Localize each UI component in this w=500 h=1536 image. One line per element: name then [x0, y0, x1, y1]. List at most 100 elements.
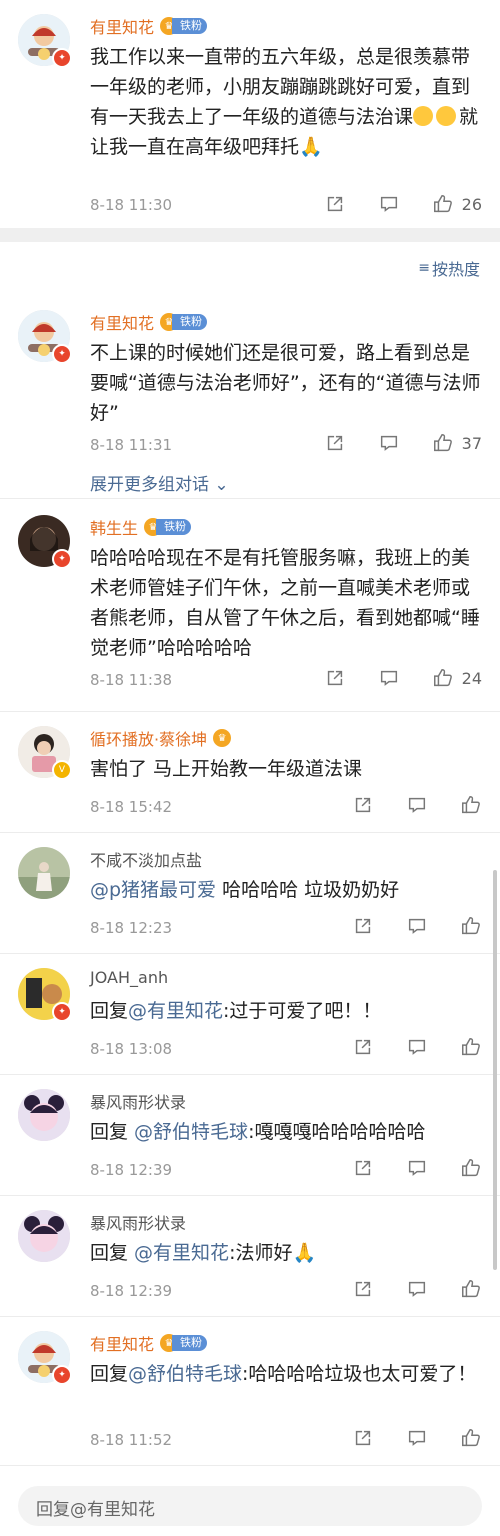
comment-text: 回复@有里知花:过于可爱了吧！！	[90, 996, 482, 1026]
mention-link[interactable]: @舒伯特毛球	[134, 1121, 248, 1143]
author-row: 暴风雨形状录	[90, 1210, 186, 1234]
expand-conversation-link[interactable]: 展开更多组对话 ⌄	[90, 470, 229, 495]
like-button[interactable]	[460, 915, 482, 937]
action-bar: 24	[324, 667, 482, 689]
timestamp: 8-18 12:23	[90, 919, 173, 937]
fan-badge: ♛	[213, 729, 232, 747]
avatar-baofengyu[interactable]	[18, 1089, 70, 1141]
fan-badge-label: 铁粉	[172, 18, 208, 34]
comment-body: :哈哈哈哈垃圾也太可爱了！	[242, 1363, 477, 1385]
timestamp: 8-18 13:08	[90, 1040, 173, 1058]
comment-icon[interactable]	[406, 1427, 428, 1449]
thumbs-up-icon	[462, 917, 480, 935]
author-name[interactable]: JOAH_anh	[90, 968, 168, 987]
author-name[interactable]: 韩生生	[90, 515, 138, 539]
sort-icon: ≡	[418, 260, 430, 276]
comment-item: 不咸不淡加点盐 @p猪猪最可爱 哈哈哈哈 垃圾奶奶好 8-18 12:23	[0, 833, 500, 954]
comment-icon[interactable]	[406, 794, 428, 816]
comment-text: 回复 @舒伯特毛球:嘎嘎嘎哈哈哈哈哈哈	[90, 1117, 482, 1147]
like-button[interactable]	[460, 1157, 482, 1179]
author-row: 有里知花 ♛ 铁粉	[90, 14, 208, 38]
comment-icon[interactable]	[406, 1036, 428, 1058]
author-name[interactable]: 暴风雨形状录	[90, 1089, 186, 1113]
timestamp: 8-18 11:52	[90, 1431, 173, 1449]
author-name[interactable]: 有里知花	[90, 1331, 154, 1355]
comment-item: ✦ 有里知花 ♛ 铁粉 不上课的时候她们还是很可爱，路上看到总是要喊“道德与法治老…	[0, 300, 500, 499]
like-button[interactable]: 37	[432, 432, 482, 454]
scrollbar[interactable]	[493, 870, 497, 1270]
timestamp: 8-18 11:31	[90, 436, 173, 454]
comment-icon[interactable]	[406, 1278, 428, 1300]
timestamp: 8-18 11:38	[90, 671, 173, 689]
like-button[interactable]: 26	[432, 193, 482, 215]
fan-badge: ♛ 铁粉	[160, 1334, 208, 1352]
comment-body: 哈哈哈哈 垃圾奶奶好	[216, 879, 400, 901]
share-icon[interactable]	[324, 432, 346, 454]
mention-link[interactable]: @有里知花	[128, 1000, 223, 1022]
fan-badge-label: 铁粉	[172, 1335, 208, 1351]
reply-prefix: 回复	[90, 1363, 129, 1385]
comment-icon[interactable]	[406, 1157, 428, 1179]
author-name[interactable]: 不咸不淡加点盐	[90, 847, 202, 871]
timestamp: 8-18 11:30	[90, 196, 173, 214]
action-bar	[352, 1036, 482, 1058]
share-icon[interactable]	[324, 193, 346, 215]
avatar-baofengyu[interactable]	[18, 1210, 70, 1262]
author-row: 循环播放·蔡徐坤 ♛	[90, 726, 232, 750]
comment-item: 暴风雨形状录 回复 @舒伯特毛球:嘎嘎嘎哈哈哈哈哈哈 8-18 12:39	[0, 1075, 500, 1196]
like-button[interactable]	[460, 1278, 482, 1300]
action-bar	[352, 1157, 482, 1179]
author-row: JOAH_anh	[90, 968, 168, 987]
mention-link[interactable]: @有里知花	[134, 1242, 229, 1264]
thumbs-up-icon	[433, 195, 452, 213]
comment-icon[interactable]	[378, 193, 400, 215]
author-name[interactable]: 有里知花	[90, 310, 154, 334]
thumbs-up-icon	[433, 434, 452, 452]
author-name[interactable]: 有里知花	[90, 14, 154, 38]
like-button[interactable]	[460, 1427, 482, 1449]
fan-badge-label: 铁粉	[156, 519, 192, 535]
like-button[interactable]: 24	[432, 667, 482, 689]
share-icon[interactable]	[324, 667, 346, 689]
comment-icon[interactable]	[378, 432, 400, 454]
thumbs-up-icon	[462, 796, 480, 814]
comment-body: :过于可爱了吧！！	[223, 1000, 382, 1022]
verified-icon: ✦	[52, 48, 72, 68]
thumbs-up-icon	[462, 1038, 480, 1056]
timestamp: 8-18 12:39	[90, 1161, 173, 1179]
verified-icon: ✦	[52, 1365, 72, 1385]
share-icon[interactable]	[352, 794, 374, 816]
avatar-buxian[interactable]	[18, 847, 70, 899]
author-row: 有里知花 ♛ 铁粉	[90, 1331, 208, 1355]
comment-body: 害怕了 马上开始教一年级道法课	[90, 758, 363, 780]
comment-text: @p猪猪最可爱 哈哈哈哈 垃圾奶奶好	[90, 875, 482, 905]
reply-input[interactable]: 回复@有里知花	[18, 1486, 482, 1526]
author-name[interactable]: 循环播放·蔡徐坤	[90, 726, 207, 750]
action-bar	[352, 915, 482, 937]
verified-icon: ✦	[52, 1002, 72, 1022]
comment-icon[interactable]	[406, 915, 428, 937]
author-name[interactable]: 暴风雨形状录	[90, 1210, 186, 1234]
comment-body: 不上课的时候她们还是很可爱，路上看到总是要喊“道德与法治老师好”，还有的“道德与…	[90, 342, 481, 424]
reply-prefix: 回复	[90, 1000, 129, 1022]
like-button[interactable]	[460, 1036, 482, 1058]
fan-badge: ♛ 铁粉	[160, 17, 208, 35]
reply-placeholder: 回复@有里知花	[36, 1500, 155, 1520]
sort-by-hot-button[interactable]: ≡ 按热度	[418, 256, 480, 280]
share-icon[interactable]	[352, 1278, 374, 1300]
like-button[interactable]	[460, 794, 482, 816]
chevron-down-icon: ⌄	[209, 475, 229, 495]
comment-body: 哈哈哈哈现在不是有托管服务嘛，我班上的美术老师管娃子们午休，之前一直喊美术老师或…	[90, 547, 480, 659]
share-icon[interactable]	[352, 915, 374, 937]
share-icon[interactable]	[352, 1036, 374, 1058]
share-icon[interactable]	[352, 1157, 374, 1179]
thumbs-up-icon	[433, 669, 452, 687]
comment-icon[interactable]	[378, 667, 400, 689]
verified-icon: V	[52, 760, 72, 780]
verified-icon: ✦	[52, 549, 72, 569]
thumbs-up-icon	[462, 1159, 480, 1177]
mention-link[interactable]: @舒伯特毛球	[128, 1363, 242, 1385]
mention-link[interactable]: @p猪猪最可爱	[90, 879, 216, 901]
share-icon[interactable]	[352, 1427, 374, 1449]
action-bar: 37	[324, 432, 482, 454]
